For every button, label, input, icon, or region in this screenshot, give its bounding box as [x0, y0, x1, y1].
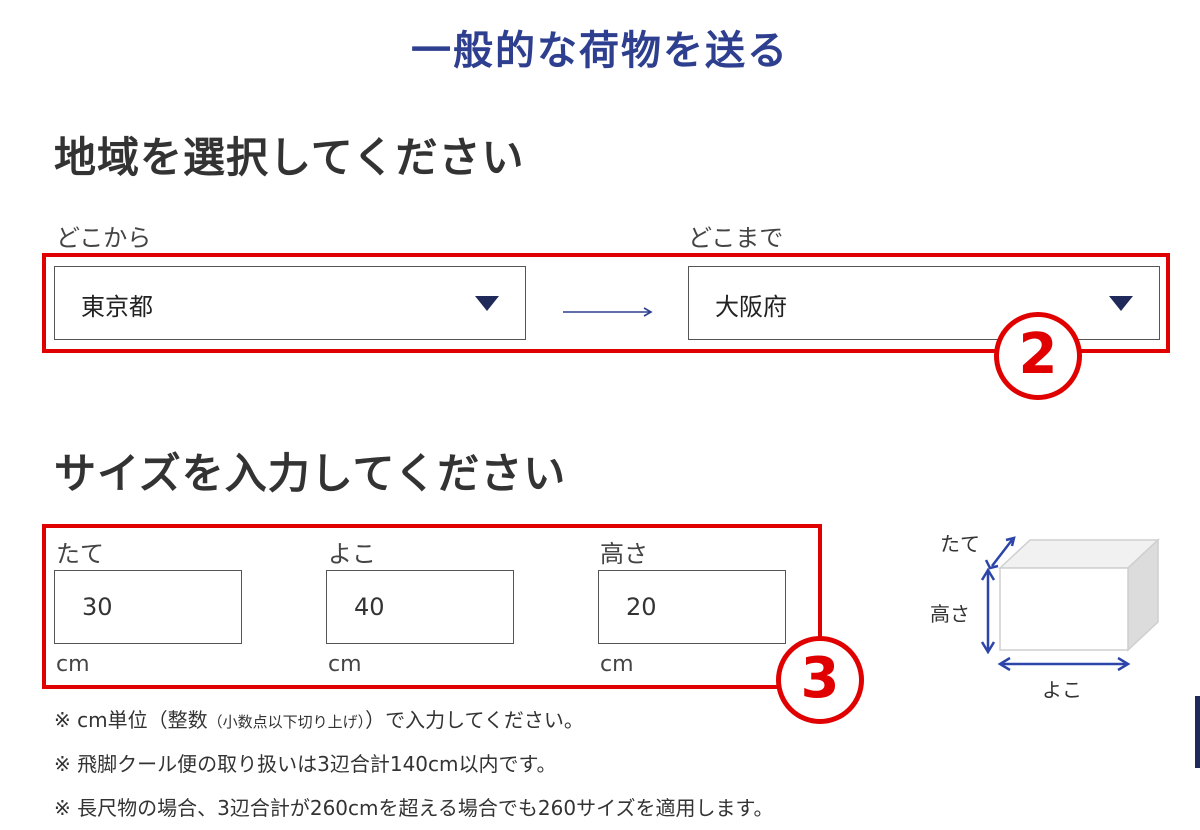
height-input[interactable] [598, 570, 786, 644]
step-3-badge: 3 [776, 636, 864, 724]
diagram-height-label: 高さ [930, 602, 970, 626]
note-cool-delivery: ※ 飛脚クール便の取り扱いは3辺合計140cm以内です。 [54, 752, 557, 776]
from-label: どこから [56, 224, 152, 252]
size-heading: サイズを入力してください [54, 449, 567, 498]
to-label: どこまで [688, 224, 784, 252]
note-1-prefix: ※ cm単位（整数 [54, 708, 208, 732]
note-1-suffix: ）で入力してください。 [365, 708, 584, 732]
depth-label: たて [56, 540, 104, 568]
note-long-items: ※ 長尺物の場合、3辺合計が260cmを超える場合でも260サイズを適用します。 [54, 796, 774, 820]
box-dimension-diagram: たて 高さ よこ [928, 522, 1168, 702]
scroll-edge-bar [1195, 696, 1200, 768]
note-integer-units: ※ cm単位（整数（小数点以下切り上げ））で入力してください。 [54, 704, 584, 733]
to-prefecture-value: 大阪府 [715, 293, 787, 321]
page-title: 一般的な荷物を送る [411, 28, 789, 74]
region-heading: 地域を選択してください [54, 133, 525, 182]
arrow-right-icon [563, 307, 653, 317]
width-input[interactable] [326, 570, 514, 644]
depth-unit: cm [56, 652, 90, 677]
height-unit: cm [600, 652, 634, 677]
width-label: よこ [328, 540, 376, 568]
to-prefecture-select[interactable]: 大阪府 [688, 266, 1160, 340]
step-2-badge: 2 [994, 312, 1082, 400]
from-prefecture-select[interactable]: 東京都 [54, 266, 526, 340]
height-label: 高さ [600, 540, 648, 568]
diagram-width-label: よこ [1042, 678, 1082, 702]
diagram-depth-label: たて [940, 532, 980, 556]
depth-input[interactable] [54, 570, 242, 644]
note-1-small: （小数点以下切り上げ） [207, 713, 366, 731]
chevron-down-icon [475, 296, 499, 311]
width-unit: cm [328, 652, 362, 677]
chevron-down-icon [1109, 296, 1133, 311]
from-prefecture-value: 東京都 [81, 293, 153, 321]
